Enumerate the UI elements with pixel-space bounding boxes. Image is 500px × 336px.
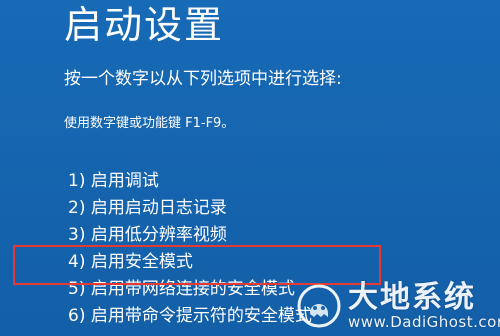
option-enable-debugging[interactable]: 1) 启用调试	[68, 168, 312, 195]
site-watermark: 大地系统 www.DadiGhost.com	[296, 278, 500, 334]
option-enable-safe-mode[interactable]: 4) 启用安全模式	[68, 249, 312, 276]
option-enable-low-resolution-video[interactable]: 3) 启用低分辨率视频	[68, 222, 312, 249]
page-title: 启动设置	[64, 3, 225, 47]
watermark-domain: www.DadiGhost.com	[348, 312, 500, 331]
keys-hint-text: 使用数字键或功能键 F1-F9。	[64, 116, 235, 131]
startup-options-list: 1) 启用调试 2) 启用启动日志记录 3) 启用低分辨率视频 4) 启用安全模…	[68, 168, 312, 330]
option-enable-boot-logging[interactable]: 2) 启用启动日志记录	[68, 195, 312, 222]
option-enable-safe-mode-command-prompt[interactable]: 6) 启用带命令提示符的安全模式	[68, 303, 312, 330]
option-enable-safe-mode-networking[interactable]: 5) 启用带网络连接的安全模式	[68, 276, 312, 303]
startup-settings-screen: 启动设置 按一个数字以从下列选项中进行选择: 使用数字键或功能键 F1-F9。 …	[0, 0, 500, 336]
watermark-name: 大地系统	[348, 279, 476, 315]
instruction-text: 按一个数字以从下列选项中进行选择:	[64, 69, 342, 89]
watermark-text: 大地系统 www.DadiGhost.com	[348, 279, 500, 331]
ghost-logo-icon	[297, 284, 341, 328]
